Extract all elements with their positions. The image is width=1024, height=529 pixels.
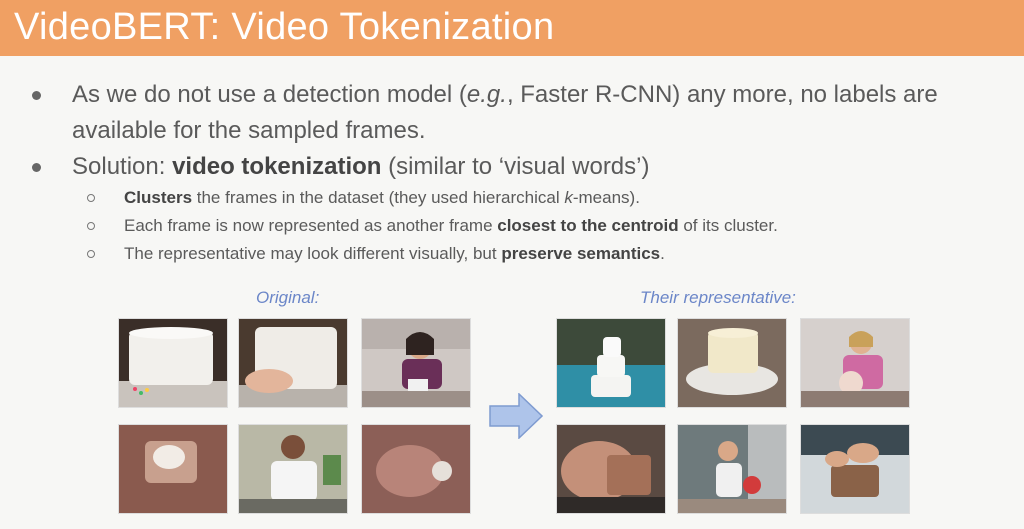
sub-bullet-1: Clusters the frames in the dataset (they… [87,186,640,210]
original-frame-chef [238,424,348,514]
original-frame-closeup-2 [361,424,471,514]
slide-title: VideoBERT: Video Tokenization [14,6,555,48]
bullet-2-bold: video tokenization [172,153,382,180]
bullet-2-suffix: (similar to ‘visual words’) [381,153,650,180]
title-bar: VideoBERT: Video Tokenization [0,0,1024,56]
representative-frame-turntable-cake [677,318,787,408]
sub-bullet-2-bold: closest to the centroid [497,216,679,235]
representative-frame-tiered-cake [556,318,666,408]
sub-bullet-ring-icon [87,250,95,258]
arrow-right-icon [489,393,543,439]
sub-bullet-ring-icon [87,222,95,230]
caption-representative: Their representative: [640,288,796,307]
representative-frame-woman-pink [800,318,910,408]
bullet-2-prefix: Solution: [72,153,173,180]
sub-bullet-3: The representative may look different vi… [87,242,665,266]
sub-bullet-ring-icon [87,194,95,202]
original-frame-white-cake [118,318,228,408]
sub-bullet-2-suffix: of its cluster. [678,216,778,235]
bullet-1-text-b: , Faster R-CNN) any more, no labels are [506,81,938,108]
sub-bullet-1-text-a: the frames in the dataset (they used hie… [192,188,565,207]
original-frame-closeup-1 [118,424,228,514]
original-frame-woman-kitchen [361,318,471,408]
bullet-1-line-2: available for the sampled frames. [72,117,426,144]
bullet-1-text-a: As we do not use a detection model ( [72,81,467,108]
bullet-dot-icon [32,163,41,172]
caption-original: Original: [256,288,320,307]
bullet-1: As we do not use a detection model (e.g.… [32,78,938,112]
sub-bullet-2-text: Each frame is now represented as another… [124,216,498,235]
sub-bullet-1-bold: Clusters [124,188,193,207]
representative-frame-woman-kitchen [677,424,787,514]
sub-bullet-2: Each frame is now represented as another… [87,214,778,238]
representative-frame-hands-cake [556,424,666,514]
bullet-2: Solution: video tokenization (similar to… [32,150,650,184]
bullet-1-eg: e.g. [466,81,507,108]
bullet-dot-icon [32,91,41,100]
sub-bullet-1-text-b: -means). [572,188,640,207]
sub-bullet-3-suffix: . [660,244,665,263]
representative-frame-cutting-cake [800,424,910,514]
sub-bullet-1-k: k [564,188,573,207]
sub-bullet-3-bold: preserve semantics [501,244,661,263]
sub-bullet-3-text: The representative may look different vi… [124,244,502,263]
original-frame-frosting-hand [238,318,348,408]
